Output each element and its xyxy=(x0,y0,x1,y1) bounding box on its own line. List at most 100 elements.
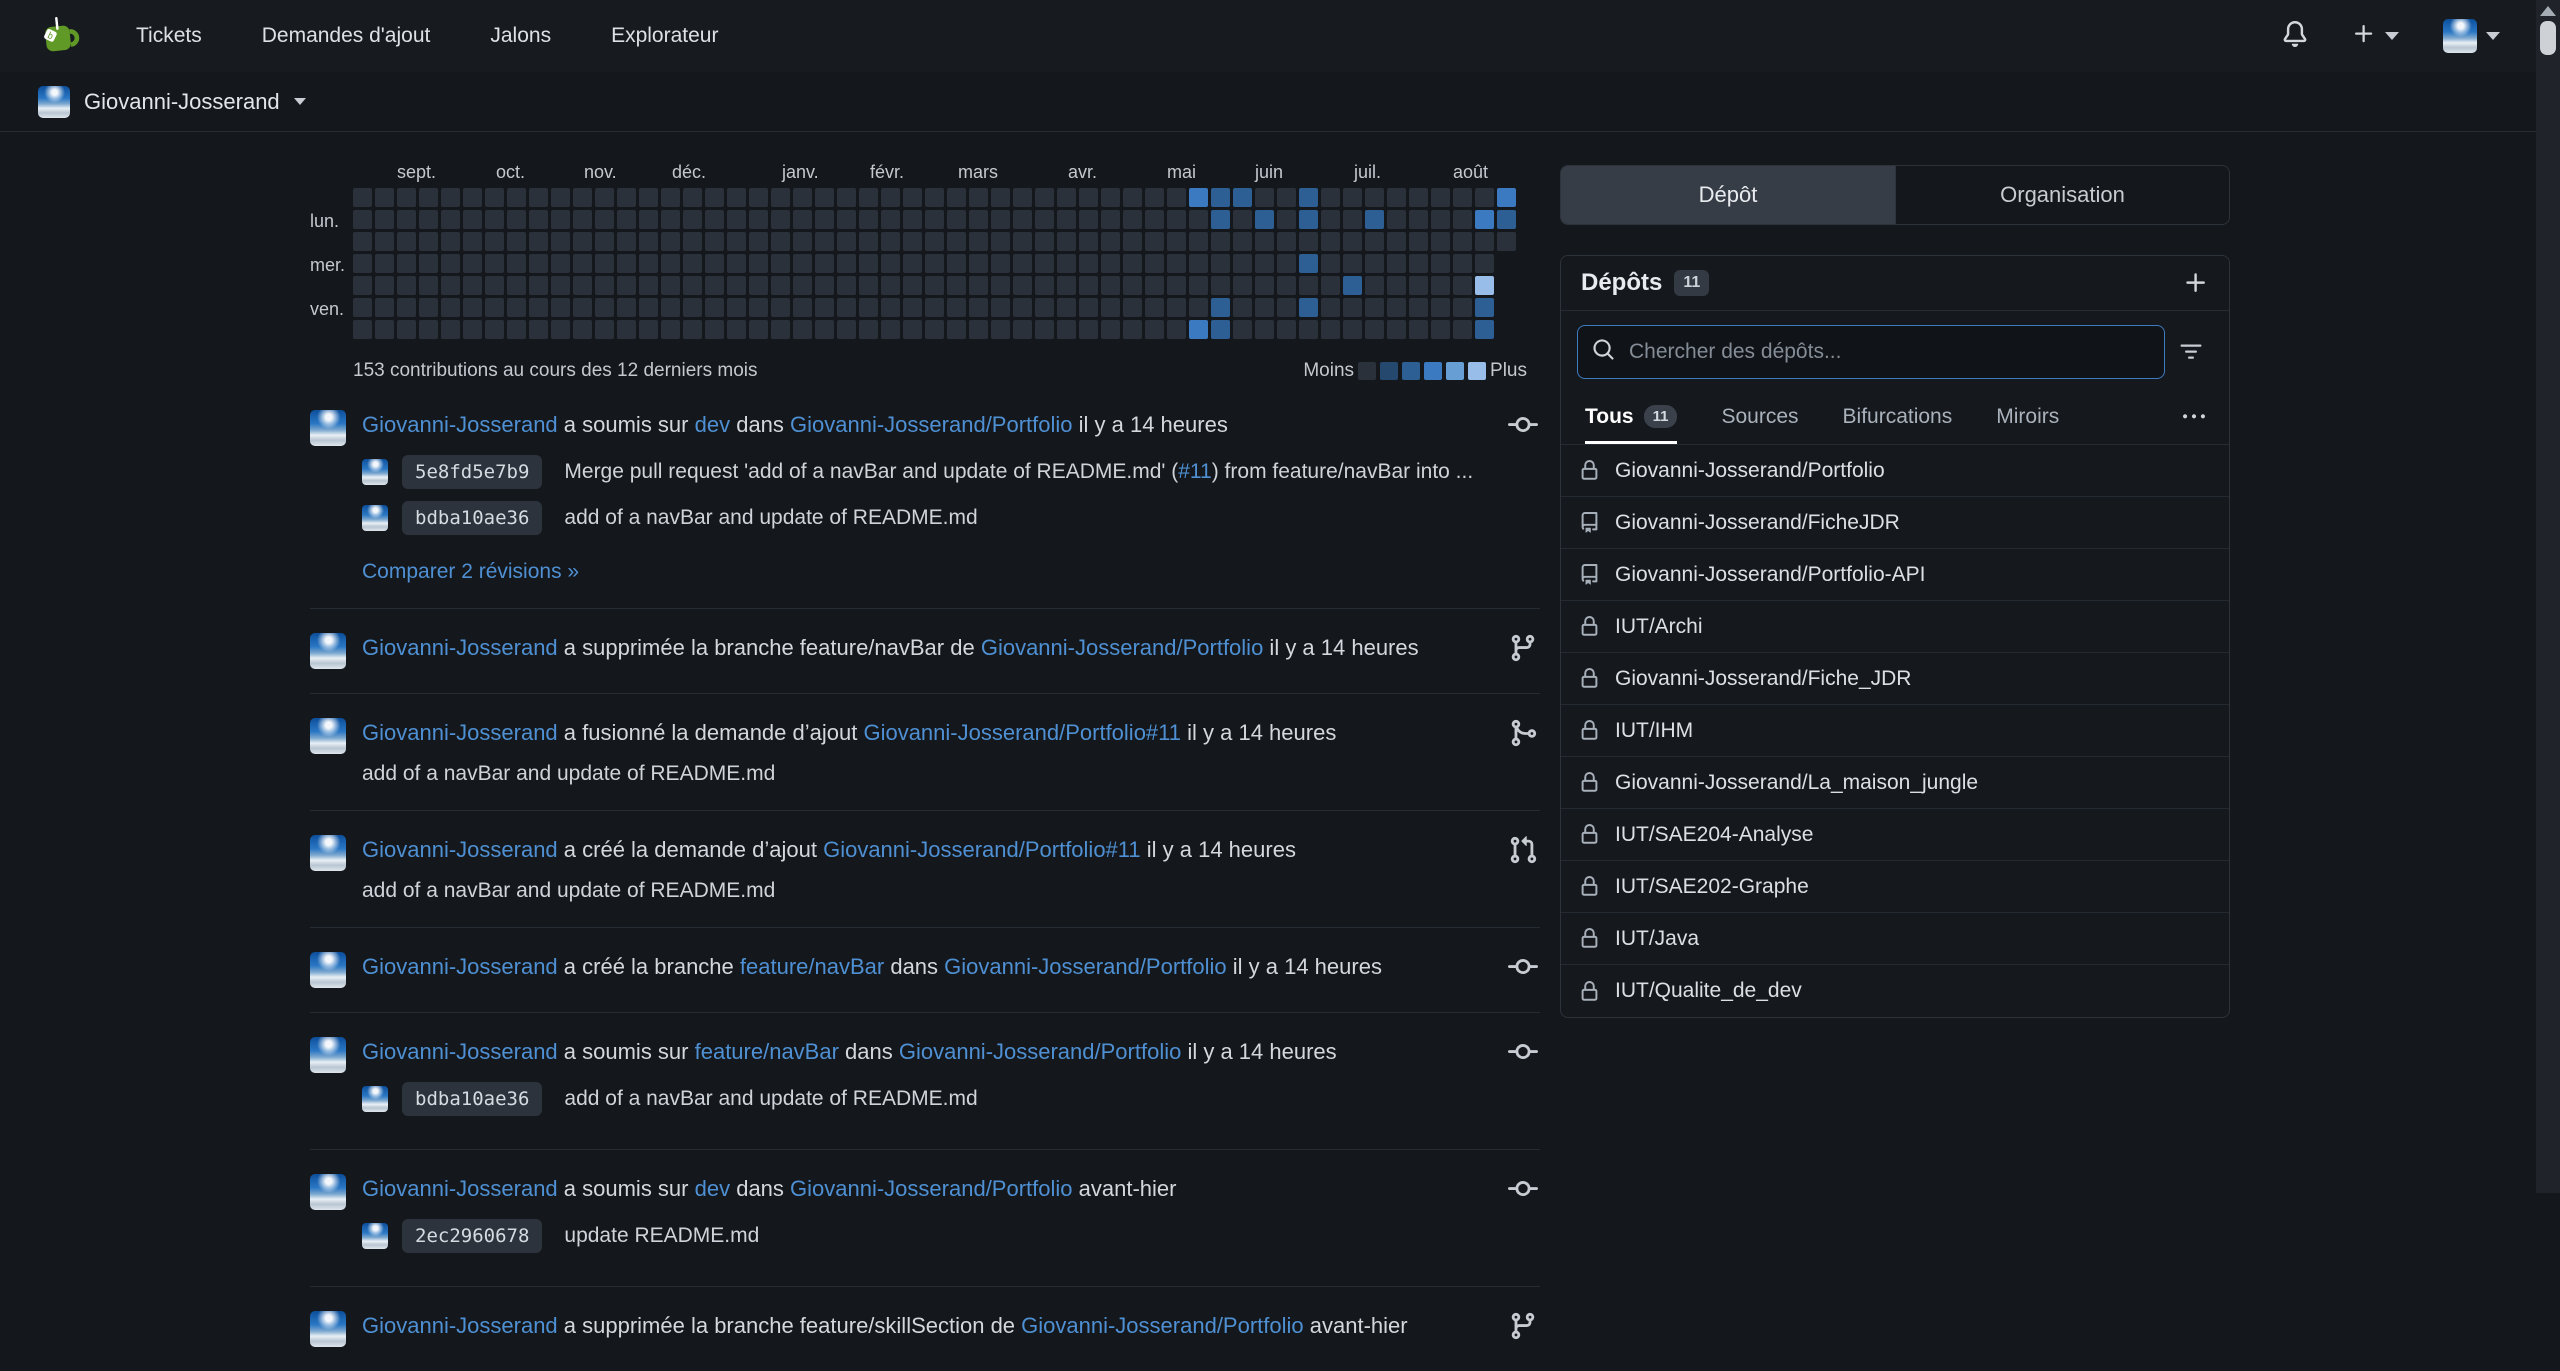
heatmap-cell[interactable] xyxy=(529,298,548,317)
repo-name-link[interactable]: Giovanni-Josserand/Fiche_JDR xyxy=(1615,667,1911,691)
heatmap-cell[interactable] xyxy=(1233,276,1252,295)
feed-link[interactable]: feature/navBar xyxy=(740,954,884,979)
heatmap-cell[interactable] xyxy=(881,298,900,317)
heatmap-cell[interactable] xyxy=(837,188,856,207)
heatmap-cell[interactable] xyxy=(991,298,1010,317)
heatmap-cell[interactable] xyxy=(1167,188,1186,207)
heatmap-cell[interactable] xyxy=(1013,254,1032,273)
repo-name-link[interactable]: IUT/Qualite_de_dev xyxy=(1615,979,1802,1003)
heatmap-cell[interactable] xyxy=(1123,232,1142,251)
heatmap-cell[interactable] xyxy=(1101,188,1120,207)
heatmap-cell[interactable] xyxy=(1167,276,1186,295)
heatmap-cell[interactable] xyxy=(749,232,768,251)
filter-button[interactable] xyxy=(2165,340,2217,364)
repo-row[interactable]: Giovanni-Josserand/Fiche_JDR xyxy=(1561,653,2229,705)
heatmap-cell[interactable] xyxy=(1123,320,1142,339)
heatmap-cell[interactable] xyxy=(595,320,614,339)
heatmap-cell[interactable] xyxy=(1167,254,1186,273)
heatmap-cell[interactable] xyxy=(463,298,482,317)
heatmap-cell[interactable] xyxy=(441,254,460,273)
heatmap-cell[interactable] xyxy=(441,210,460,229)
heatmap-cell[interactable] xyxy=(419,254,438,273)
heatmap-cell[interactable] xyxy=(507,210,526,229)
heatmap-cell[interactable] xyxy=(749,210,768,229)
heatmap-cell[interactable] xyxy=(1343,188,1362,207)
heatmap-cell[interactable] xyxy=(969,298,988,317)
heatmap-cell[interactable] xyxy=(683,188,702,207)
avatar[interactable] xyxy=(310,1037,346,1073)
heatmap-cell[interactable] xyxy=(1387,320,1406,339)
repo-row[interactable]: IUT/Qualite_de_dev xyxy=(1561,965,2229,1017)
heatmap-cell[interactable] xyxy=(485,276,504,295)
heatmap-cell[interactable] xyxy=(661,188,680,207)
heatmap-cell[interactable] xyxy=(353,210,372,229)
heatmap-cell[interactable] xyxy=(947,210,966,229)
heatmap-cell[interactable] xyxy=(595,276,614,295)
heatmap-cell[interactable] xyxy=(749,298,768,317)
heatmap-cell[interactable] xyxy=(507,188,526,207)
heatmap-cell[interactable] xyxy=(1057,320,1076,339)
heatmap-cell[interactable] xyxy=(1321,232,1340,251)
heatmap-cell[interactable] xyxy=(441,320,460,339)
repo-row[interactable]: Giovanni-Josserand/Portfolio xyxy=(1561,445,2229,497)
avatar[interactable] xyxy=(310,835,346,871)
heatmap-cell[interactable] xyxy=(881,188,900,207)
heatmap-cell[interactable] xyxy=(771,254,790,273)
heatmap-cell[interactable] xyxy=(507,276,526,295)
nav-link-jalons[interactable]: Jalons xyxy=(490,24,551,47)
compare-revisions-link[interactable]: Comparer 2 révisions » xyxy=(362,560,579,584)
heatmap-cell[interactable] xyxy=(1233,320,1252,339)
heatmap-cell[interactable] xyxy=(551,232,570,251)
heatmap-cell[interactable] xyxy=(595,210,614,229)
heatmap-cell[interactable] xyxy=(991,210,1010,229)
heatmap-cell[interactable] xyxy=(1057,254,1076,273)
heatmap-cell[interactable] xyxy=(1255,298,1274,317)
heatmap-cell[interactable] xyxy=(1321,320,1340,339)
heatmap-cell[interactable] xyxy=(1277,254,1296,273)
heatmap-cell[interactable] xyxy=(639,320,658,339)
repo-name-link[interactable]: IUT/Java xyxy=(1615,927,1699,951)
heatmap-cell[interactable] xyxy=(1321,210,1340,229)
heatmap-cell[interactable] xyxy=(683,276,702,295)
heatmap-cell[interactable] xyxy=(859,188,878,207)
heatmap-cell[interactable] xyxy=(1101,276,1120,295)
repo-filter-bifurcations[interactable]: Bifurcations xyxy=(1843,389,1953,444)
heatmap-cell[interactable] xyxy=(353,254,372,273)
heatmap-cell[interactable] xyxy=(1013,320,1032,339)
repo-row[interactable]: IUT/SAE202-Graphe xyxy=(1561,861,2229,913)
add-repository-button[interactable] xyxy=(2183,270,2209,296)
heatmap-cell[interactable] xyxy=(1453,320,1472,339)
heatmap-cell[interactable] xyxy=(991,276,1010,295)
heatmap-cell[interactable] xyxy=(463,188,482,207)
heatmap-cell[interactable] xyxy=(1057,188,1076,207)
heatmap-cell[interactable] xyxy=(1145,320,1164,339)
heatmap-cell[interactable] xyxy=(485,298,504,317)
heatmap-cell[interactable] xyxy=(573,188,592,207)
repo-filter-miroirs[interactable]: Miroirs xyxy=(1996,389,2059,444)
heatmap-cell[interactable] xyxy=(463,232,482,251)
heatmap-cell[interactable] xyxy=(639,254,658,273)
heatmap-cell[interactable] xyxy=(661,320,680,339)
heatmap-cell[interactable] xyxy=(1079,320,1098,339)
feed-link[interactable]: Giovanni-Josserand xyxy=(362,412,558,437)
heatmap-cell[interactable] xyxy=(1167,210,1186,229)
heatmap-cell[interactable] xyxy=(1475,254,1494,273)
heatmap-cell[interactable] xyxy=(1035,210,1054,229)
heatmap-cell[interactable] xyxy=(573,276,592,295)
feed-link[interactable]: Giovanni-Josserand xyxy=(362,837,558,862)
heatmap-cell[interactable] xyxy=(1123,276,1142,295)
heatmap-cell[interactable] xyxy=(1387,276,1406,295)
heatmap-cell[interactable] xyxy=(1431,232,1450,251)
heatmap-cell[interactable] xyxy=(551,210,570,229)
heatmap-cell[interactable] xyxy=(1475,210,1494,229)
heatmap-cell[interactable] xyxy=(617,254,636,273)
heatmap-cell[interactable] xyxy=(1167,232,1186,251)
heatmap-cell[interactable] xyxy=(1299,188,1318,207)
heatmap-cell[interactable] xyxy=(1233,232,1252,251)
heatmap-cell[interactable] xyxy=(1277,298,1296,317)
heatmap-cell[interactable] xyxy=(771,232,790,251)
heatmap-cell[interactable] xyxy=(771,210,790,229)
repo-name-link[interactable]: IUT/SAE202-Graphe xyxy=(1615,875,1809,899)
heatmap-cell[interactable] xyxy=(1145,232,1164,251)
heatmap-cell[interactable] xyxy=(1211,254,1230,273)
